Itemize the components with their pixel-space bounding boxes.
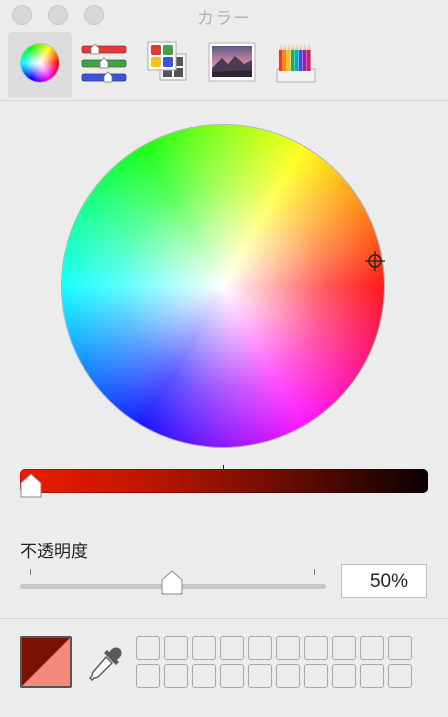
swatch-bar [0, 618, 448, 717]
window-title: カラー [197, 9, 251, 28]
color-slot[interactable] [304, 664, 328, 688]
opacity-value-field[interactable]: 50% [341, 564, 427, 598]
tab-color-wheel[interactable] [8, 32, 72, 98]
color-slot[interactable] [304, 636, 328, 660]
opacity-min-tick [30, 569, 31, 575]
eyedropper-icon[interactable] [88, 645, 124, 681]
color-slot[interactable] [332, 636, 356, 660]
color-slot[interactable] [164, 636, 188, 660]
color-slot[interactable] [388, 664, 412, 688]
color-wheel-icon [21, 44, 59, 82]
color-slot[interactable] [388, 636, 412, 660]
color-slot[interactable] [332, 664, 356, 688]
sliders-icon [81, 44, 127, 83]
color-slot[interactable] [192, 636, 216, 660]
color-slot[interactable] [276, 664, 300, 688]
palettes-icon [147, 41, 187, 81]
color-panel-window: カラー 不透明度 50% [0, 0, 448, 717]
color-slot[interactable] [136, 636, 160, 660]
color-wheel-pane: 不透明度 50% [0, 101, 448, 618]
pencils-icon [276, 44, 316, 83]
opacity-label: 不透明度 [20, 542, 88, 561]
image-icon [208, 42, 256, 82]
opacity-max-tick [314, 569, 315, 575]
tab-pencils[interactable] [264, 32, 328, 98]
title-bar: カラー [0, 0, 448, 101]
color-slot[interactable] [220, 664, 244, 688]
color-slot[interactable] [248, 636, 272, 660]
color-slot[interactable] [136, 664, 160, 688]
brightness-slider-thumb[interactable] [19, 473, 43, 499]
color-slot[interactable] [220, 636, 244, 660]
brightness-slider[interactable] [20, 469, 428, 493]
tab-color-palettes[interactable] [136, 32, 200, 98]
color-slot[interactable] [192, 664, 216, 688]
tab-color-sliders[interactable] [72, 32, 136, 98]
current-color-swatch[interactable] [20, 636, 72, 688]
color-slot[interactable] [360, 664, 384, 688]
color-slot[interactable] [164, 664, 188, 688]
color-wheel[interactable] [62, 125, 384, 447]
saved-color-slots [136, 636, 414, 690]
color-slot[interactable] [360, 636, 384, 660]
color-selector-crosshair[interactable] [365, 251, 385, 271]
color-slot[interactable] [276, 636, 300, 660]
tab-image-palettes[interactable] [200, 32, 264, 98]
opacity-slider-thumb[interactable] [160, 570, 184, 596]
color-slot[interactable] [248, 664, 272, 688]
